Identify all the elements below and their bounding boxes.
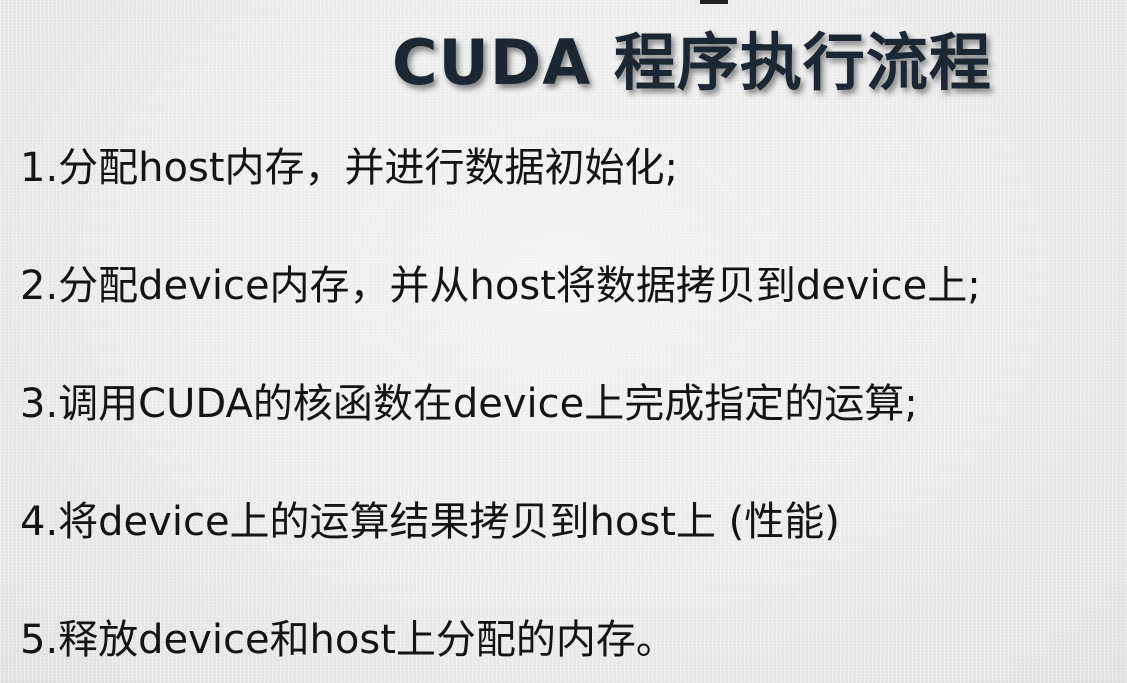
slide: CUDA 程序执行流程 1.分配host内存，并进行数据初始化; 2.分配dev… [0, 0, 1127, 683]
step-item: 4.将device上的运算结果拷贝到host上 (性能) [20, 499, 840, 545]
step-item: 3.调用CUDA的核函数在device上完成指定的运算; [20, 381, 918, 427]
step-item: 5.释放device和host上分配的内存。 [20, 617, 676, 663]
top-edge-mark [700, 0, 728, 4]
step-item: 2.分配device内存，并从host将数据拷贝到device上; [20, 263, 981, 309]
slide-title: CUDA 程序执行流程 [392, 26, 992, 99]
step-item: 1.分配host内存，并进行数据初始化; [20, 145, 678, 191]
